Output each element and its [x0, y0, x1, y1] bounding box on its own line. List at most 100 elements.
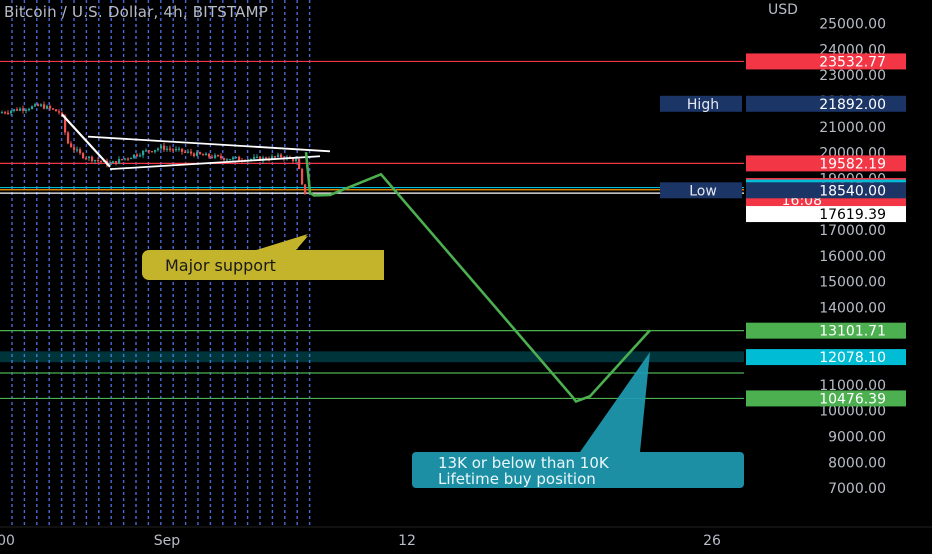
- candle-body: [157, 148, 160, 150]
- y-tick-label: 8000.00: [828, 455, 886, 471]
- candle-body: [118, 159, 121, 164]
- symbol-title: Bitcoin / U.S. Dollar, 4h, BITSTAMP: [4, 3, 269, 21]
- candle-body: [148, 150, 151, 152]
- candle-body: [139, 155, 142, 157]
- candle-body: [55, 109, 58, 112]
- candle-body: [31, 106, 34, 109]
- candle-body: [82, 153, 85, 159]
- candle-body: [79, 149, 82, 154]
- currency-label: USD: [768, 2, 798, 18]
- candle-body: [169, 148, 172, 150]
- candle-body: [130, 157, 133, 160]
- candle-body: [112, 161, 115, 164]
- chart-canvas[interactable]: Major support13K or below than 10KLifeti…: [0, 0, 932, 550]
- candle-body: [229, 159, 232, 161]
- candle-body: [178, 148, 181, 150]
- candle-body: [145, 150, 148, 152]
- candle-body: [19, 108, 22, 111]
- x-tick-label: Sep: [154, 533, 181, 549]
- candle-body: [256, 156, 259, 158]
- candle-body: [34, 104, 37, 107]
- price-zone-layer: [0, 351, 744, 363]
- price-marker-value: 18540.00: [819, 183, 886, 199]
- x-tick-label: 26: [703, 533, 721, 549]
- candle-body: [28, 108, 31, 111]
- y-tick-label: 25000.00: [819, 17, 886, 33]
- candle-body: [223, 158, 226, 160]
- candle-body: [154, 149, 157, 152]
- candle-body: [100, 160, 103, 163]
- y-tick-label: 23000.00: [819, 68, 886, 84]
- y-tick-label: 16000.00: [819, 249, 886, 265]
- candle-body: [4, 112, 7, 114]
- candle-body: [49, 106, 52, 109]
- candle-body: [172, 149, 175, 151]
- candle-body: [52, 108, 55, 110]
- candle-body: [1, 112, 4, 114]
- candle-body: [76, 149, 79, 151]
- candle-body: [211, 156, 214, 158]
- price-marker-tag-label: Low: [689, 183, 717, 199]
- candle-body: [85, 158, 88, 160]
- candle-body: [238, 156, 241, 161]
- candle-body: [196, 152, 199, 156]
- candle-body: [304, 184, 307, 194]
- candle-body: [217, 155, 220, 157]
- x-tick-label: 12: [398, 533, 416, 549]
- candle-body: [73, 147, 76, 150]
- candle-body: [58, 111, 61, 113]
- candle-body: [22, 108, 25, 111]
- candle-body: [70, 143, 73, 148]
- candle-body: [205, 153, 208, 156]
- y-tick-label: 21000.00: [819, 120, 886, 136]
- x-tick-label: 00: [0, 533, 15, 549]
- candle-body: [220, 155, 223, 159]
- candle-body: [199, 152, 202, 155]
- candle-body: [232, 157, 235, 160]
- candle-body: [226, 159, 229, 161]
- candle-body: [184, 151, 187, 153]
- candle-body: [127, 158, 130, 160]
- candle-body: [193, 153, 196, 156]
- price-axis: 7000.008000.009000.0010000.0011000.00120…: [744, 0, 932, 550]
- price-marker-tag-label: High: [687, 97, 719, 113]
- price-marker-value: 12078.10: [819, 350, 886, 366]
- candle-body: [175, 149, 178, 151]
- candle-body: [235, 156, 238, 159]
- candle-body: [115, 161, 118, 164]
- price-marker-value: 13101.71: [819, 324, 886, 340]
- candle-body: [97, 159, 100, 162]
- price-marker-value: 21892.00: [819, 97, 886, 113]
- candle-body: [187, 151, 190, 153]
- candle-body: [253, 157, 256, 159]
- major-support-label: Major support: [165, 256, 276, 275]
- candle-body: [43, 104, 46, 109]
- candle-body: [7, 112, 10, 115]
- candle-body: [190, 151, 193, 154]
- candle-body: [160, 145, 163, 149]
- candle-body: [133, 154, 136, 158]
- y-tick-label: 17000.00: [819, 223, 886, 239]
- price-marker-value: 10476.39: [819, 391, 886, 407]
- candle-body: [40, 104, 43, 106]
- candle-body: [10, 110, 13, 114]
- y-tick-label: 15000.00: [819, 275, 886, 291]
- y-tick-label: 7000.00: [828, 481, 886, 497]
- candle-body: [37, 104, 40, 106]
- chart-stage[interactable]: Major support 13K or below than 10K Lifeti…: [0, 0, 932, 550]
- price-marker-value: 17619.39: [819, 207, 886, 223]
- candle-body: [166, 148, 169, 150]
- candle-body: [298, 158, 301, 169]
- candle-body: [280, 154, 283, 158]
- y-tick-label: 9000.00: [828, 430, 886, 446]
- candle-body: [214, 155, 217, 158]
- candle-body: [163, 145, 166, 150]
- y-tick-label: 14000.00: [819, 300, 886, 316]
- candle-body: [142, 150, 145, 156]
- candle-body: [46, 106, 49, 109]
- candle-body: [181, 148, 184, 152]
- buy-position-label-2: Lifetime buy position: [438, 470, 596, 488]
- support-zone: [0, 351, 744, 363]
- price-marker-value: 19582.19: [819, 156, 886, 172]
- candle-body: [136, 154, 139, 156]
